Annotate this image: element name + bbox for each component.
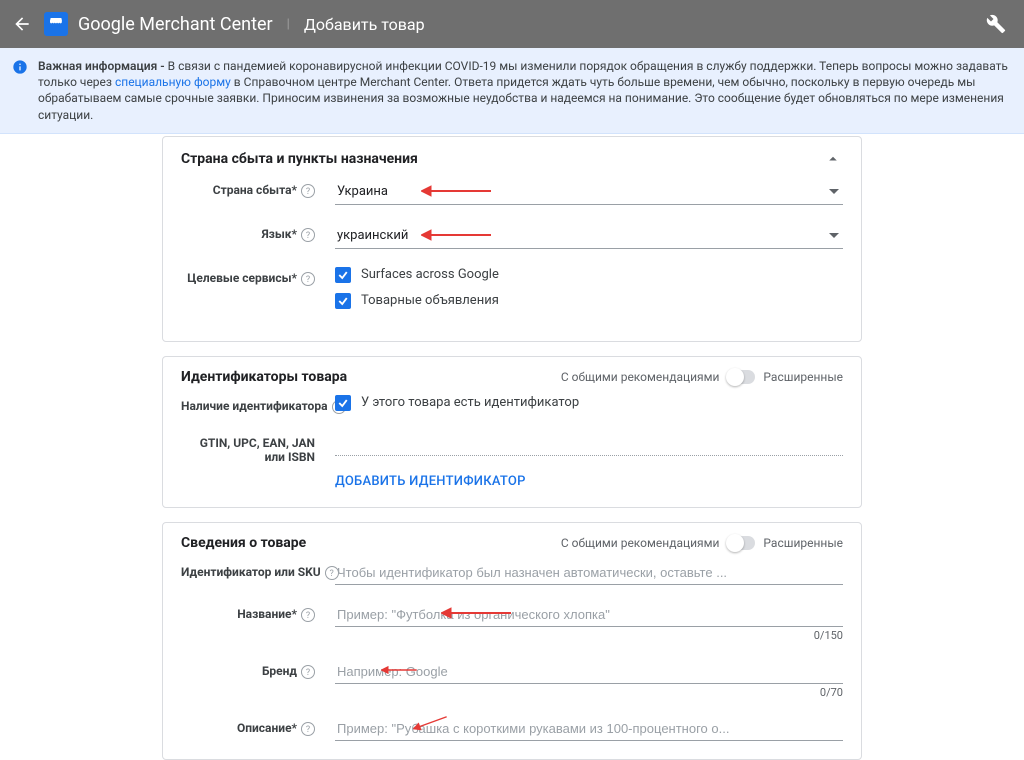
ads-label: Товарные объявления — [361, 293, 499, 308]
surfaces-label: Surfaces across Google — [361, 267, 499, 282]
row-name: Название? 0/150 — [181, 603, 843, 642]
card-product-info: Сведения о товаре С общими рекомендациям… — [162, 522, 862, 760]
has-id-line: У этого товара есть идентификатор — [335, 395, 843, 411]
card-ids-title: Идентификаторы товара — [181, 369, 347, 385]
row-desc: Описание? — [181, 717, 843, 741]
brand-name: Google Merchant Center — [78, 14, 273, 35]
toggle-right: Расширенные — [763, 370, 843, 384]
page-title: Добавить товар — [304, 15, 425, 34]
ids-view-toggle[interactable] — [727, 370, 755, 384]
help-icon[interactable]: ? — [301, 184, 315, 198]
brand-input[interactable] — [335, 660, 843, 684]
ads-checkbox[interactable] — [335, 293, 351, 309]
row-add-id: ДОБАВИТЬ ИДЕНТИФИКАТОР — [181, 474, 843, 489]
help-icon[interactable]: ? — [301, 608, 315, 622]
card-country-title: Страна сбыта и пункты назначения — [181, 151, 418, 167]
label-gtin: GTIN, UPC, EAN, JAN или ISBN — [181, 432, 321, 465]
label-name: Название? — [181, 603, 321, 622]
help-icon[interactable]: ? — [301, 665, 315, 679]
country-select[interactable]: Украина — [335, 179, 843, 205]
card-info-title: Сведения о товаре — [181, 535, 306, 551]
content-area: Страна сбыта и пункты назначения Страна … — [0, 136, 1024, 760]
notice-lead: Важная информация - — [38, 59, 168, 73]
name-input[interactable] — [335, 603, 843, 627]
label-language: Язык? — [181, 223, 321, 242]
notice-text: Важная информация - В связи с пандемией … — [38, 58, 1012, 123]
collapse-country[interactable] — [823, 149, 843, 169]
brand-counter: 0/70 — [335, 686, 843, 699]
tools-button[interactable] — [984, 12, 1008, 36]
row-brand: Бренд? 0/70 — [181, 660, 843, 699]
surfaces-checkbox[interactable] — [335, 267, 351, 283]
covid-notice: Важная информация - В связи с пандемией … — [0, 48, 1024, 134]
row-gtin: GTIN, UPC, EAN, JAN или ISBN — [181, 432, 843, 465]
info-view-toggle[interactable] — [727, 536, 755, 550]
app-header: Google Merchant Center | Добавить товар — [0, 0, 1024, 48]
toggle-left: С общими рекомендациями — [561, 536, 720, 550]
info-icon — [12, 59, 28, 75]
label-has-id: Наличие идентификатора? — [181, 395, 321, 414]
gtin-input[interactable] — [335, 432, 843, 456]
dest-surfaces: Surfaces across Google — [335, 267, 843, 283]
label-country: Страна сбыта? — [181, 179, 321, 198]
toggle-left: С общими рекомендациями — [561, 370, 720, 384]
row-sku: Идентификатор или SKU? — [181, 561, 843, 585]
help-icon[interactable]: ? — [301, 722, 315, 736]
row-destinations: Целевые сервисы? Surfaces across Google … — [181, 267, 843, 319]
label-brand: Бренд? — [181, 660, 321, 679]
card-country: Страна сбыта и пункты назначения Страна … — [162, 136, 862, 342]
country-value: Украина — [337, 184, 388, 199]
back-button[interactable] — [10, 12, 34, 36]
header-separator: | — [287, 17, 290, 32]
row-language: Язык? украинский — [181, 223, 843, 249]
ids-toggle-group: С общими рекомендациями Расширенные — [561, 370, 843, 384]
help-icon[interactable]: ? — [301, 272, 315, 286]
chevron-down-icon — [829, 186, 839, 196]
label-sku: Идентификатор или SKU? — [181, 561, 321, 580]
row-country: Страна сбыта? Украина — [181, 179, 843, 205]
card-identifiers: Идентификаторы товара С общими рекоменда… — [162, 356, 862, 509]
toggle-right: Расширенные — [763, 536, 843, 550]
label-desc: Описание? — [181, 717, 321, 736]
merchant-logo-icon — [44, 12, 68, 36]
dest-ads: Товарные объявления — [335, 293, 843, 309]
desc-input[interactable] — [335, 717, 843, 741]
info-toggle-group: С общими рекомендациями Расширенные — [561, 536, 843, 550]
has-id-checkbox[interactable] — [335, 395, 351, 411]
row-has-id: Наличие идентификатора? У этого товара е… — [181, 395, 843, 414]
has-id-text: У этого товара есть идентификатор — [361, 395, 579, 410]
add-identifier-button[interactable]: ДОБАВИТЬ ИДЕНТИФИКАТОР — [335, 474, 526, 489]
language-select[interactable]: украинский — [335, 223, 843, 249]
label-destinations: Целевые сервисы? — [181, 267, 321, 286]
name-counter: 0/150 — [335, 629, 843, 642]
language-value: украинский — [337, 228, 408, 243]
help-icon[interactable]: ? — [301, 228, 315, 242]
sku-input[interactable] — [335, 561, 843, 585]
notice-link[interactable]: специальную форму — [115, 75, 231, 89]
chevron-down-icon — [829, 230, 839, 240]
